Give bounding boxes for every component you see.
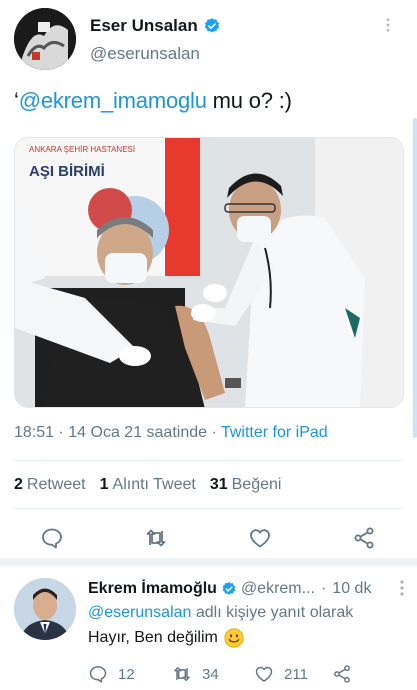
reply-like-action[interactable]: 211 — [254, 664, 308, 684]
reply-author-name[interactable]: Ekrem İmamoğlu — [88, 580, 217, 598]
reply-tweet[interactable]: Ekrem İmamoğlu @ekrem... · 10 dk @eserun… — [0, 570, 417, 690]
divider — [14, 460, 403, 461]
retweet-icon[interactable] — [144, 526, 168, 550]
retweets-count: 2 — [14, 476, 23, 493]
likes-label: Beğeni — [231, 476, 282, 493]
media-sign-top: ANKARA ŞEHİR HASTANESİ — [29, 145, 135, 154]
reply-replies-count: 12 — [118, 665, 135, 683]
author-handle[interactable]: @eserunsalan — [90, 44, 200, 64]
reply-retweets-count: 34 — [202, 665, 219, 683]
chevron-down-icon[interactable] — [379, 16, 397, 34]
share-icon — [334, 665, 350, 683]
tweet-stats: 2 Retweet 1 Alıntı Tweet 31 Beğeni — [14, 476, 295, 494]
likes-stat[interactable]: 31 Beğeni — [210, 476, 282, 494]
reply-context: @eserunsalan adlı kişiye yanıt olarak — [88, 604, 353, 622]
tweet-text: ‘@ekrem_imamoglu mu o? :) — [14, 88, 292, 114]
reply-text: Hayır, Ben değilim — [88, 628, 244, 648]
verified-badge-icon — [204, 18, 219, 33]
author-display-name[interactable]: Eser Unsalan — [90, 16, 198, 36]
tweet-timestamp[interactable]: 18:51 · 14 Oca 21 saatinde · — [14, 424, 221, 441]
more-options-icon[interactable] — [395, 578, 409, 598]
quotes-stat[interactable]: 1 Alıntı Tweet — [100, 476, 196, 494]
reply-author-avatar[interactable] — [14, 578, 76, 640]
tweet-header: Eser Unsalan @eserunsalan — [14, 8, 403, 70]
reply-author-handle[interactable]: @ekrem... — [241, 580, 315, 598]
reply-share-action[interactable] — [332, 664, 362, 684]
retweets-stat[interactable]: 2 Retweet — [14, 476, 86, 494]
media-sign-main: AŞI BİRİMİ — [29, 163, 105, 180]
author-name-row: Eser Unsalan — [90, 16, 221, 36]
section-separator — [0, 558, 417, 566]
retweets-label: Retweet — [26, 476, 86, 493]
reply-icon[interactable] — [40, 526, 64, 550]
reply-action-bar: 12 34 211 — [88, 664, 417, 688]
tweet-action-bar — [0, 522, 417, 554]
reply-likes-count: 211 — [284, 665, 308, 683]
reply-reply-action[interactable]: 12 — [88, 664, 135, 684]
divider — [14, 508, 403, 509]
tweet-source-link[interactable]: Twitter for iPad — [221, 424, 328, 441]
reply-header: Ekrem İmamoğlu @ekrem... · 10 dk — [88, 580, 371, 598]
tweet-text-suffix: mu o? :) — [206, 88, 292, 113]
separator-dot: · — [320, 580, 327, 597]
tweet-mention-link[interactable]: @ekrem_imamoglu — [19, 88, 207, 113]
like-icon — [255, 666, 273, 682]
reply-body: Hayır, Ben değilim — [88, 629, 218, 646]
reply-time[interactable]: 10 dk — [332, 580, 371, 598]
share-icon[interactable] — [352, 526, 376, 550]
reply-retweet-action[interactable]: 34 — [172, 664, 219, 684]
tweet-media-photo[interactable]: ANKARA ŞEHİR HASTANESİ AŞI BİRİMİ — [14, 137, 404, 408]
quotes-label: Alıntı Tweet — [112, 476, 196, 493]
smiling-face-emoji — [224, 628, 244, 648]
reply-icon — [89, 666, 107, 683]
likes-count: 31 — [209, 476, 228, 493]
quotes-count: 1 — [99, 476, 109, 493]
retweet-icon — [174, 667, 190, 681]
reply-to-mention[interactable]: @eserunsalan — [88, 604, 191, 621]
scrollbar[interactable] — [413, 118, 417, 438]
like-icon[interactable] — [248, 526, 272, 550]
verified-badge-icon — [222, 582, 236, 595]
reply-to-suffix: adlı kişiye yanıt olarak — [191, 604, 354, 621]
tweet-timestamp-line: 18:51 · 14 Oca 21 saatinde · Twitter for… — [14, 424, 328, 442]
author-avatar[interactable] — [14, 8, 76, 70]
